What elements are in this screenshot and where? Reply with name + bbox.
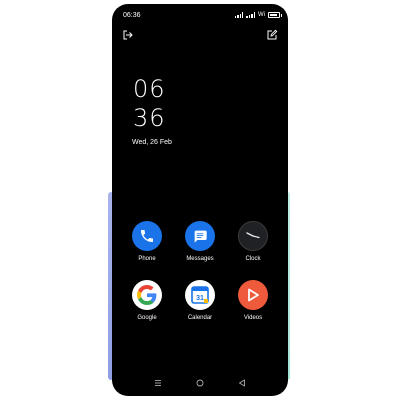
app-label-messages: Messages (186, 256, 214, 262)
app-label-calendar: Calendar (187, 315, 213, 321)
app-calendar[interactable]: 31 Calendar (175, 280, 225, 321)
google-icon (132, 280, 162, 310)
status-bar: 06:36 Wi (112, 4, 288, 26)
clock-hour: 06 (133, 75, 166, 103)
clock-minute: 36 (133, 104, 166, 132)
clock-icon (238, 221, 268, 251)
home-icon[interactable] (195, 378, 205, 388)
videos-icon (238, 280, 268, 310)
phone-screen: 06:36 Wi 06 36 Wed, 26 Feb Phone Message… (112, 4, 288, 396)
signal-icon-2 (246, 12, 255, 18)
exit-icon[interactable] (122, 29, 134, 41)
date-text: Wed, 26 Feb (132, 139, 172, 146)
app-google[interactable]: Google (122, 280, 172, 321)
messages-icon (185, 221, 215, 251)
phone-icon (132, 221, 162, 251)
battery-fill (270, 14, 277, 16)
status-time: 06:36 (123, 12, 141, 19)
recents-icon[interactable] (153, 378, 163, 388)
back-icon[interactable] (237, 378, 247, 388)
battery-icon (268, 12, 282, 18)
app-label-phone: Phone (138, 256, 156, 262)
app-clock[interactable]: Clock (228, 221, 278, 262)
calendar-day: 31 (196, 295, 204, 302)
nav-bar (112, 372, 288, 396)
app-videos[interactable]: Videos (228, 280, 278, 321)
app-messages[interactable]: Messages (175, 221, 225, 262)
app-label-videos: Videos (243, 315, 263, 321)
status-icons: Wi (234, 12, 282, 18)
app-label-google: Google (137, 315, 157, 321)
calendar-icon: 31 (185, 280, 215, 310)
app-phone[interactable]: Phone (122, 221, 172, 262)
wifi-label: Wi (258, 12, 265, 18)
edit-icon[interactable] (266, 29, 278, 41)
app-label-clock: Clock (245, 256, 261, 262)
signal-icon (234, 12, 244, 18)
